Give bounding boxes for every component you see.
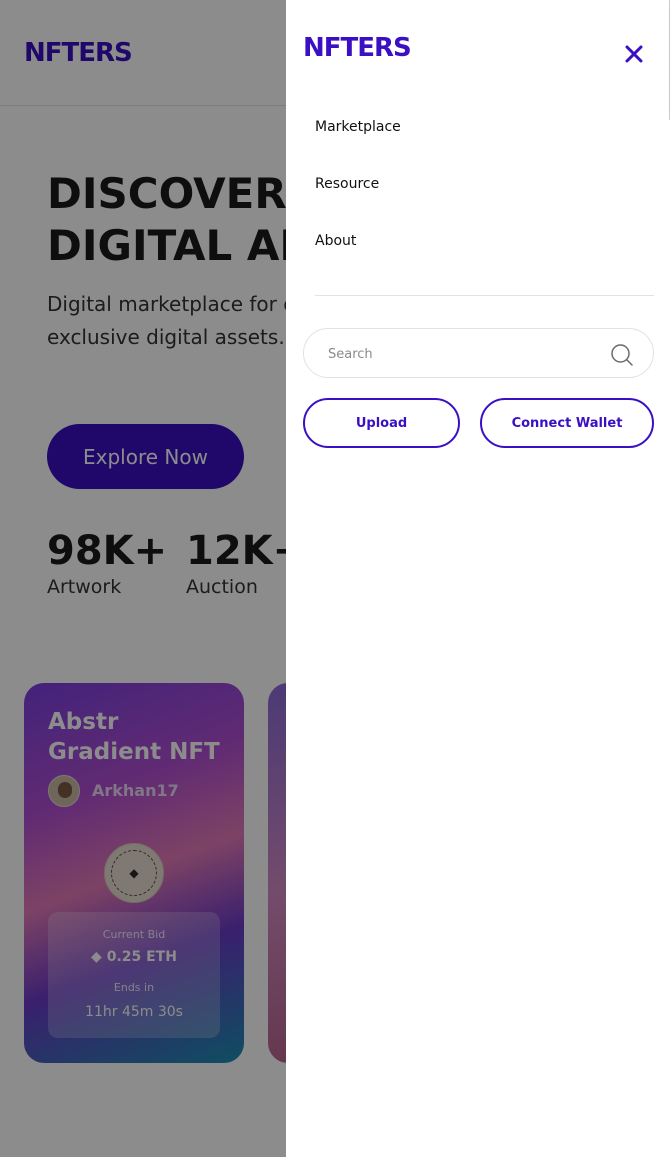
drawer-logo[interactable]: NFTERS	[303, 33, 412, 63]
close-menu-button[interactable]	[620, 40, 648, 68]
close-icon	[625, 45, 643, 63]
connect-wallet-button[interactable]: Connect Wallet	[480, 398, 654, 448]
upload-button[interactable]: Upload	[303, 398, 460, 448]
nav-item-marketplace[interactable]: Marketplace	[315, 119, 401, 135]
search-input[interactable]	[328, 343, 588, 365]
search-bar	[303, 328, 654, 378]
mobile-menu-drawer: NFTERS Marketplace Resource About Upload…	[286, 0, 670, 1157]
nav-item-about[interactable]: About	[315, 233, 356, 249]
nav-item-resource[interactable]: Resource	[315, 176, 379, 192]
search-icon[interactable]	[610, 343, 634, 367]
menu-divider	[315, 295, 654, 296]
